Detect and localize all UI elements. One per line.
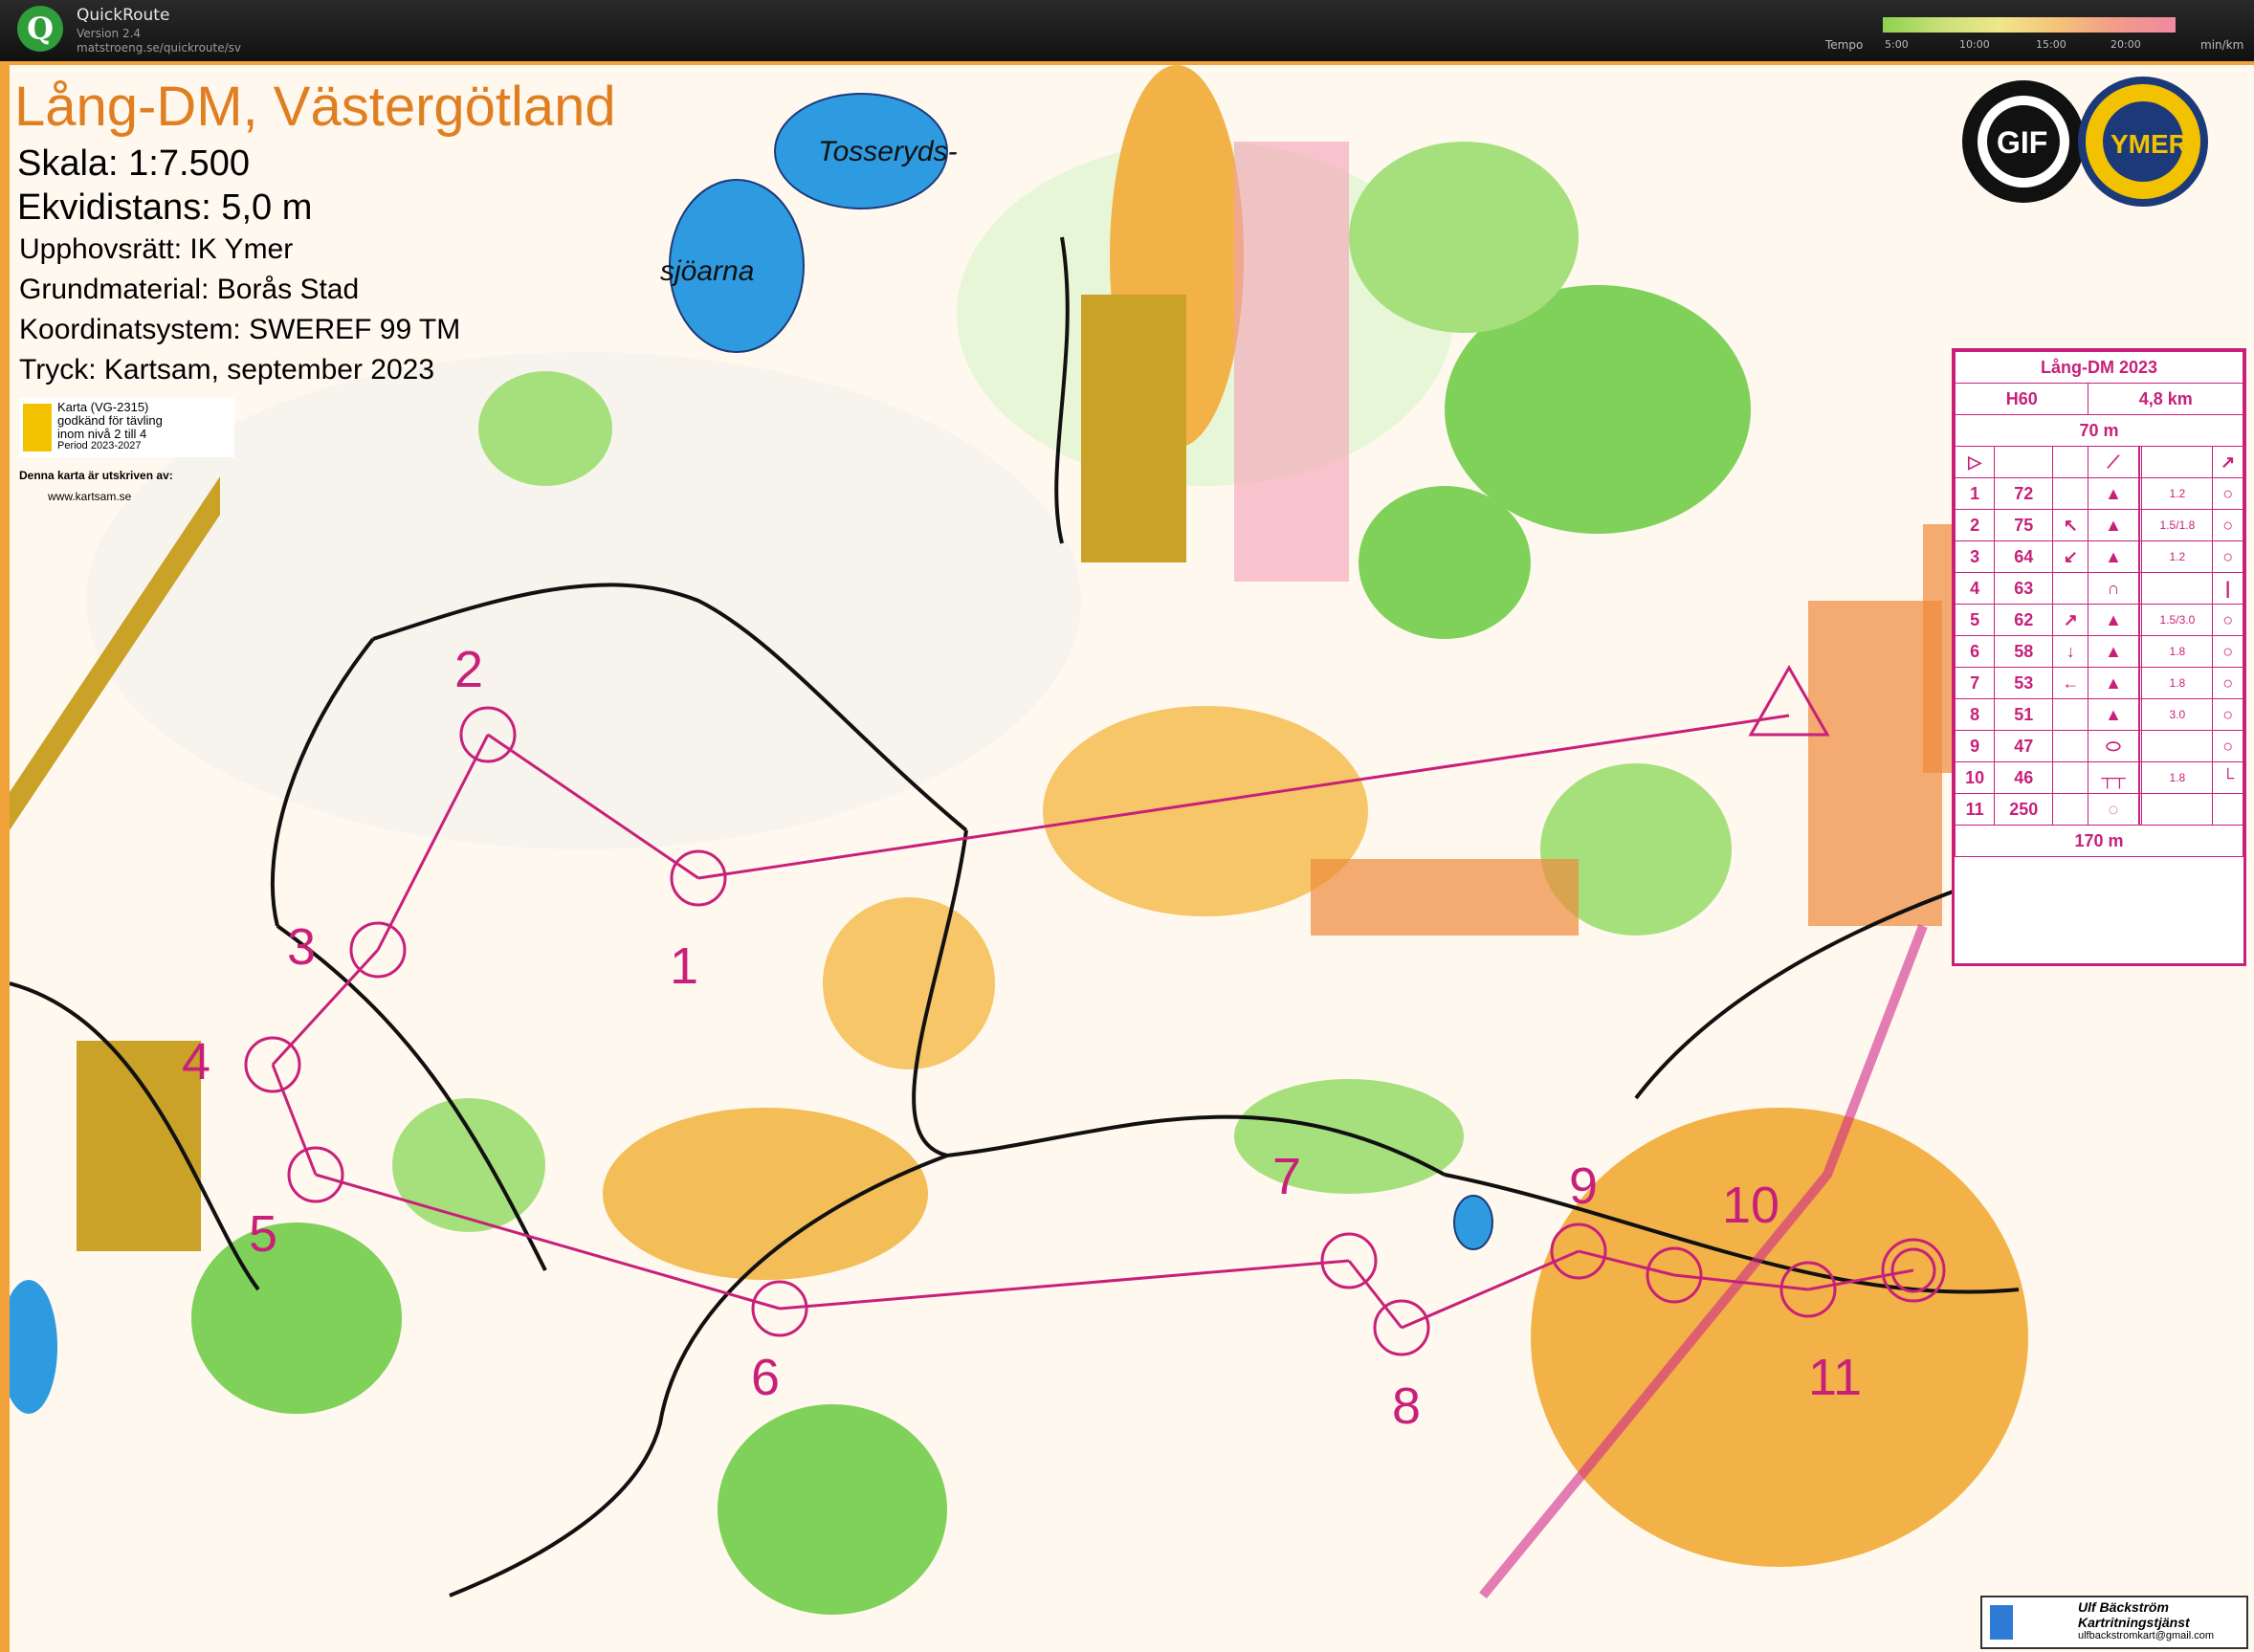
orienteering-map[interactable]: 1 2 3 4 5 6 7 8 9 10 11 Tosseryds- sjöar… bbox=[0, 61, 2254, 1652]
desc-row: 9 47 ⬭ ○ bbox=[1954, 730, 2243, 762]
control-number-5: 5 bbox=[249, 1205, 277, 1263]
map-coordinate-system: Koordinatsystem: SWEREF 99 TM bbox=[19, 314, 461, 345]
control-number-2: 2 bbox=[454, 641, 483, 698]
club-logo-boras-gif: GIF bbox=[1962, 80, 2085, 203]
approval-line: Period 2023-2027 bbox=[57, 440, 142, 452]
control-number-8: 8 bbox=[1392, 1377, 1421, 1435]
desc-event: Lång-DM 2023 bbox=[1955, 351, 2243, 384]
tempo-color-scale bbox=[1883, 17, 2176, 33]
desc-class: H60 bbox=[1954, 383, 2089, 415]
tempo-tick: 15:00 bbox=[2036, 38, 2066, 51]
approval-line: Karta (VG-2315) bbox=[57, 400, 149, 414]
desc-row: 3 64 ↙ ▲ 1.2 ○ bbox=[1954, 540, 2243, 573]
approval-line: inom nivå 2 till 4 bbox=[57, 427, 147, 441]
desc-finish-distance: 170 m bbox=[1955, 825, 2243, 857]
desc-row: 10 46 ┬┬ 1.8 └ bbox=[1954, 761, 2243, 794]
mapmaker-credit: Ulf Bäckström Kartritningstjänst ulfback… bbox=[1980, 1596, 2248, 1649]
app-titlebar: Q QuickRoute Version 2.4 matstroeng.se/q… bbox=[0, 0, 2254, 61]
desc-terrain-icon: ⟋ bbox=[2088, 446, 2139, 478]
desc-row: 8 51 ▲ 3.0 ○ bbox=[1954, 698, 2243, 731]
lake-name: sjöarna bbox=[660, 255, 754, 287]
desc-start-distance: 70 m bbox=[1955, 414, 2243, 447]
approval-logo-icon bbox=[23, 404, 52, 452]
control-number-7: 7 bbox=[1272, 1148, 1301, 1205]
mapmaker-email: ulfbackstromkart@gmail.com bbox=[2078, 1630, 2214, 1641]
mapmaker-logo-icon bbox=[1990, 1605, 2013, 1640]
desc-row: 2 75 ↖ ▲ 1.5/1.8 ○ bbox=[1954, 509, 2243, 541]
mapmaker-company: Kartritningstjänst bbox=[2078, 1615, 2190, 1630]
map-title: Lång-DM, Västergötland bbox=[14, 76, 616, 138]
desc-row: 1 72 ▲ 1.2 ○ bbox=[1954, 477, 2243, 510]
app-name: QuickRoute bbox=[77, 6, 170, 25]
quickroute-logo-icon: Q bbox=[17, 6, 63, 52]
map-print-info: Tryck: Kartsam, september 2023 bbox=[19, 354, 435, 385]
printed-by-site: www.kartsam.se bbox=[48, 490, 132, 503]
map-copyright: Upphovsrätt: IK Ymer bbox=[19, 233, 294, 265]
control-number-3: 3 bbox=[287, 918, 316, 976]
map-base-material: Grundmaterial: Borås Stad bbox=[19, 274, 360, 305]
tempo-tick: 20:00 bbox=[2110, 38, 2141, 51]
desc-row: 7 53 ← ▲ 1.8 ○ bbox=[1954, 667, 2243, 699]
control-number-1: 1 bbox=[670, 937, 698, 995]
start-triangle-icon: ▷ bbox=[1954, 446, 1996, 478]
control-number-10: 10 bbox=[1722, 1177, 1779, 1234]
tempo-tick: 5:00 bbox=[1885, 38, 1909, 51]
control-number-6: 6 bbox=[751, 1349, 780, 1406]
lake-name: Tosseryds- bbox=[818, 136, 958, 167]
club-logo-ik-ymer: YMER bbox=[2078, 77, 2208, 207]
tempo-unit: min/km bbox=[2200, 38, 2244, 52]
mapmaker-name: Ulf Bäckström bbox=[2078, 1599, 2169, 1615]
desc-length: 4,8 km bbox=[2088, 383, 2243, 415]
approval-line: godkänd för tävling bbox=[57, 413, 163, 428]
app-url: matstroeng.se/quickroute/sv bbox=[77, 41, 242, 55]
control-number-4: 4 bbox=[182, 1033, 210, 1090]
control-description-sheet: Lång-DM 2023 H60 4,8 km 70 m ▷ ⟋ ↗ 1 72 ▲ 1.2 ○… bbox=[1952, 348, 2246, 966]
printed-by-label: Denna karta är utskriven av: bbox=[19, 469, 173, 482]
svg-text:GIF: GIF bbox=[1997, 125, 2047, 160]
approval-badge: Karta (VG-2315) godkänd för tävling inom… bbox=[19, 398, 234, 457]
tempo-tick: 10:00 bbox=[1959, 38, 1990, 51]
map-contour-interval: Ekvidistans: 5,0 m bbox=[17, 187, 313, 228]
desc-row: 6 58 ↓ ▲ 1.8 ○ bbox=[1954, 635, 2243, 668]
map-scale: Skala: 1:7.500 bbox=[17, 143, 250, 184]
app-version: Version 2.4 bbox=[77, 27, 142, 40]
svg-text:YMER: YMER bbox=[2110, 129, 2188, 159]
desc-arrow-icon: ↗ bbox=[2212, 446, 2243, 478]
control-number-9: 9 bbox=[1569, 1157, 1598, 1215]
control-number-11: 11 bbox=[1808, 1349, 1862, 1406]
desc-row: 4 63 ∩ | bbox=[1954, 572, 2243, 605]
desc-row: 11 250 ◌ bbox=[1954, 793, 2243, 826]
tempo-label: Tempo bbox=[1825, 38, 1864, 52]
desc-row: 5 62 ↗ ▲ 1.5/3.0 ○ bbox=[1954, 604, 2243, 636]
